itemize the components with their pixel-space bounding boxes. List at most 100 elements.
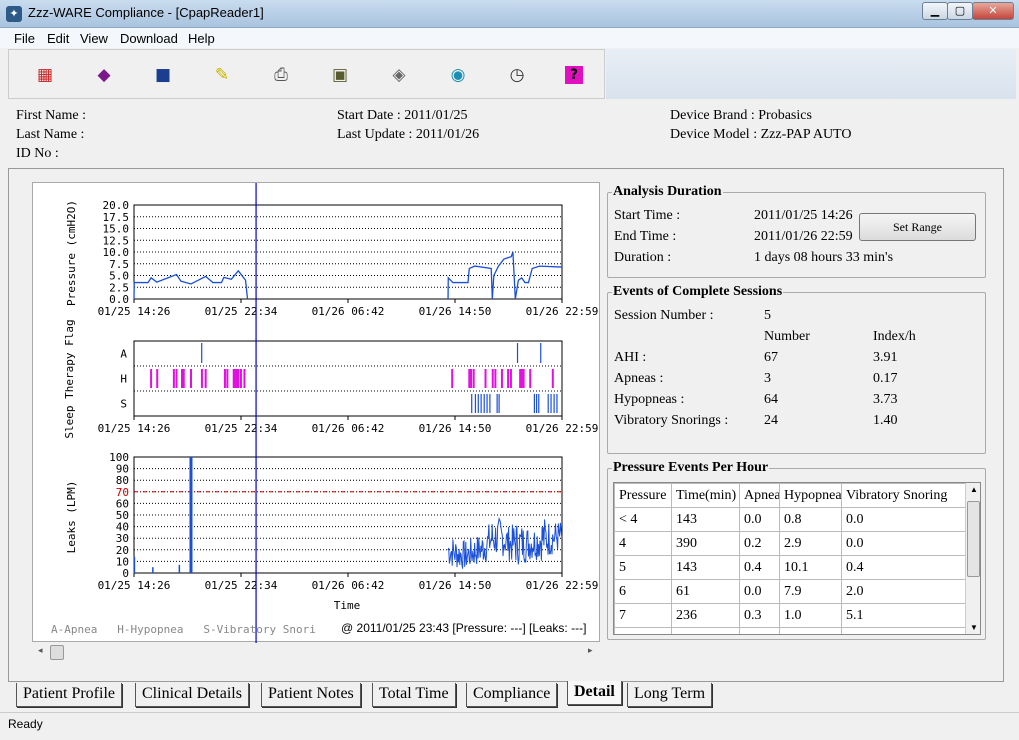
table-cell: 7.9 [779, 579, 842, 604]
scroll-left-icon[interactable]: ◂ [38, 645, 43, 656]
table-cell: 0.0 [739, 579, 780, 604]
table-cell: 143 [671, 555, 740, 580]
events-col-number: Number [764, 329, 810, 344]
column-header[interactable]: Pressure [614, 483, 672, 508]
events-label: Hypopneas : [614, 392, 685, 407]
x-tick-label: 01/25 14:26 [98, 305, 171, 318]
events-index: 3.73 [873, 392, 898, 407]
tab-long-term[interactable]: Long Term [627, 683, 713, 707]
y-tick-label: 0 [122, 567, 129, 580]
x-tick-label: 01/26 14:50 [419, 305, 492, 318]
y-axis-label: Leaks (LPM) [65, 481, 78, 554]
scroll-thumb[interactable] [967, 501, 980, 577]
table-cell: 0.4 [841, 555, 967, 580]
flag-legend: A-Apnea H-Hypopnea S-Vibratory Snori [51, 623, 316, 636]
x-tick-label: 01/26 06:42 [312, 422, 385, 435]
cursor-readout: @ 2011/01/25 23:43 [Pressure: ---] [Leak… [341, 621, 587, 635]
menu-view[interactable]: View [80, 31, 108, 46]
toolbar-background [606, 49, 1016, 99]
table-cell: 143 [671, 507, 740, 532]
table-cell: 0.0 [841, 531, 967, 556]
tab-compliance[interactable]: Compliance [466, 683, 558, 707]
maximize-button[interactable]: ▢ [947, 2, 973, 20]
scroll-thumb[interactable] [50, 645, 64, 660]
x-tick-label: 01/25 14:26 [98, 422, 171, 435]
status-bar: Ready [0, 712, 1019, 736]
end-time-value: 2011/01/26 22:59 [754, 229, 853, 244]
window-title: Zzz-WARE Compliance - [CpapReader1] [28, 5, 264, 20]
table-cell: 61 [671, 579, 740, 604]
table-cell: < 4 [614, 507, 672, 532]
y-axis-label: Sleep Therapy Flag [63, 319, 76, 438]
events-label: Vibratory Snorings : [614, 413, 729, 428]
help-icon[interactable]: ? [565, 66, 583, 84]
minimize-button[interactable]: ▁ [922, 2, 948, 20]
column-header[interactable]: Apnea [739, 483, 780, 508]
menu-bar: File Edit View Download Help [0, 28, 1019, 48]
tab-patient-profile[interactable]: Patient Profile [16, 683, 122, 707]
open-folder-icon[interactable]: ◆ [93, 64, 115, 86]
close-button[interactable]: ✕ [972, 2, 1014, 20]
table-vertical-scrollbar[interactable]: ▲ ▼ [965, 483, 980, 634]
column-header[interactable]: Vibratory Snoring [841, 483, 967, 508]
table-row[interactable]: 8300.06.02.0 [614, 627, 967, 634]
table-row[interactable]: 5 143 0.4 10.1 0.4 [614, 555, 967, 580]
scroll-down-icon[interactable]: ▼ [970, 623, 978, 632]
menu-edit[interactable]: Edit [47, 31, 69, 46]
title-bar: ✦ Zzz-WARE Compliance - [CpapReader1] ▁ … [0, 0, 1019, 28]
x-tick-label: 01/26 14:50 [419, 579, 492, 592]
table-row[interactable]: 4 390 0.2 2.9 0.0 [614, 531, 967, 556]
table-row[interactable]: 7 236 0.3 1.0 5.1 [614, 603, 967, 628]
x-tick-label: 01/25 22:34 [205, 579, 278, 592]
session-number-value: 5 [764, 308, 771, 323]
clock-icon[interactable]: ◷ [506, 64, 528, 86]
column-header[interactable]: Time(min) [671, 483, 740, 508]
tab-patient-notes[interactable]: Patient Notes [261, 683, 361, 707]
chart-horizontal-scrollbar[interactable]: ◂ ▸ [34, 644, 598, 661]
flag-category-label: H [120, 373, 127, 386]
set-range-button[interactable]: Set Range [859, 213, 976, 241]
pressure-line [447, 251, 563, 300]
download-monitor-icon[interactable]: ▣ [329, 64, 351, 86]
table-cell: 0.8 [779, 507, 842, 532]
new-calendar-icon[interactable]: ▦ [34, 64, 56, 86]
edit-notes-icon[interactable]: ✎ [211, 64, 233, 86]
x-tick-label: 01/26 22:59 [526, 422, 599, 435]
flag-category-label: A [120, 348, 127, 361]
end-time-label: End Time : [614, 229, 677, 244]
x-tick-label: 01/25 22:34 [205, 422, 278, 435]
table-row[interactable]: < 4 143 0.0 0.8 0.0 [614, 507, 967, 532]
events-number: 24 [764, 413, 778, 428]
table-cell: 0.0 [841, 507, 967, 532]
x-axis-label: Time [334, 599, 361, 612]
printer-icon[interactable]: ⎙ [270, 64, 292, 86]
table-cell: 236 [671, 603, 740, 628]
device-import-icon[interactable]: ◈ [388, 64, 410, 86]
user-icon[interactable]: ◉ [447, 64, 469, 86]
table-cell: 0.0 [739, 507, 780, 532]
scroll-right-icon[interactable]: ▸ [588, 645, 593, 656]
x-tick-label: 01/25 22:34 [205, 305, 278, 318]
scroll-up-icon[interactable]: ▲ [970, 485, 978, 494]
save-disk-icon[interactable]: ■ [152, 64, 174, 86]
last-update: Last Update : 2011/01/26 [337, 127, 480, 142]
id-no-label: ID No : [16, 146, 59, 161]
x-tick-label: 01/26 14:50 [419, 422, 492, 435]
table-row[interactable]: 6 61 0.0 7.9 2.0 [614, 579, 967, 604]
flag-category-label: S [120, 398, 127, 411]
tab-detail[interactable]: Detail [567, 681, 622, 705]
x-tick-label: 01/26 06:42 [312, 579, 385, 592]
menu-download[interactable]: Download [120, 31, 178, 46]
table-cell: 390 [671, 531, 740, 556]
column-header[interactable]: Hypopnea [779, 483, 842, 508]
tab-total-time[interactable]: Total Time [372, 683, 456, 707]
tab-clinical-details[interactable]: Clinical Details [135, 683, 249, 707]
menu-help[interactable]: Help [188, 31, 215, 46]
pressure-events-title: Pressure Events Per Hour [612, 460, 770, 476]
events-index: 3.91 [873, 350, 898, 365]
chart-area: 01/25 14:26 01/25 22:34 01/26 06:42 01/26 1… [32, 182, 600, 643]
menu-file[interactable]: File [14, 31, 35, 46]
detail-charts: 01/25 14:26 01/25 22:34 01/26 06:42 01/26 1… [63, 183, 599, 643]
x-tick-label: 01/26 22:59 [526, 305, 599, 318]
table-cell: 4 [614, 531, 672, 556]
